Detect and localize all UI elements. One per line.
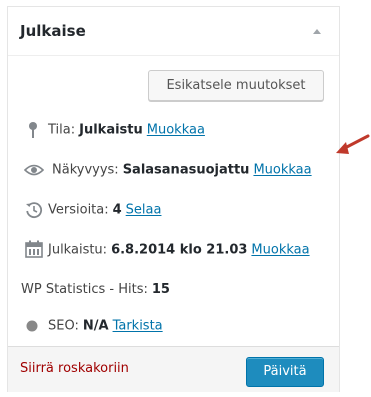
annotation-arrow-icon	[336, 134, 370, 154]
stats-hits: 15	[151, 282, 170, 297]
published-date: 6.8.2014 klo 21.03	[111, 242, 248, 258]
publish-box-header[interactable]: Julkaise	[8, 7, 339, 56]
seo-dot-icon	[26, 316, 48, 336]
eye-icon	[24, 160, 48, 180]
seo-value: N/A	[82, 318, 109, 334]
publish-meta-box: Julkaise Esikatsele muutokset Tila: Julka…	[7, 6, 340, 392]
history-icon	[26, 200, 48, 220]
status-row: Tila: Julkaistu Muokkaa	[26, 120, 205, 140]
visibility-edit-link[interactable]: Muokkaa	[253, 163, 311, 178]
revisions-label: Versioita:	[48, 202, 109, 218]
visibility-row: Näkyvyys: Salasanasuojattu Muokkaa	[24, 160, 312, 180]
pin-icon	[26, 120, 48, 140]
published-edit-link[interactable]: Muokkaa	[251, 243, 309, 258]
calendar-icon	[25, 240, 48, 260]
published-row: Julkaistu: 6.8.2014 klo 21.03 Muokkaa	[25, 240, 310, 260]
seo-label: SEO:	[48, 318, 79, 334]
stats-row: WP Statistics - Hits: 15	[21, 280, 170, 300]
stats-label: WP Statistics - Hits:	[21, 282, 148, 297]
revisions-count: 4	[112, 202, 122, 218]
visibility-label: Näkyvyys:	[52, 162, 119, 178]
preview-changes-button[interactable]: Esikatsele muutokset	[148, 70, 324, 101]
seo-row: SEO: N/A Tarkista	[26, 316, 163, 336]
move-to-trash-link[interactable]: Siirrä roskakoriin	[20, 361, 129, 376]
status-label: Tila:	[48, 122, 76, 138]
publish-box-footer: Siirrä roskakoriin Päivitä	[8, 346, 339, 392]
collapse-toggle-icon[interactable]	[313, 29, 321, 34]
status-edit-link[interactable]: Muokkaa	[147, 123, 205, 138]
status-value: Julkaistu	[79, 122, 143, 138]
seo-check-link[interactable]: Tarkista	[113, 319, 163, 334]
visibility-value: Salasanasuojattu	[122, 162, 250, 178]
update-button[interactable]: Päivitä	[246, 357, 324, 387]
published-label: Julkaistu:	[48, 242, 108, 258]
revisions-browse-link[interactable]: Selaa	[126, 203, 162, 218]
publish-box-title: Julkaise	[20, 22, 86, 40]
screenshot-frame: Julkaise Esikatsele muutokset Tila: Julka…	[0, 0, 371, 397]
revisions-row: Versioita: 4 Selaa	[26, 200, 161, 220]
